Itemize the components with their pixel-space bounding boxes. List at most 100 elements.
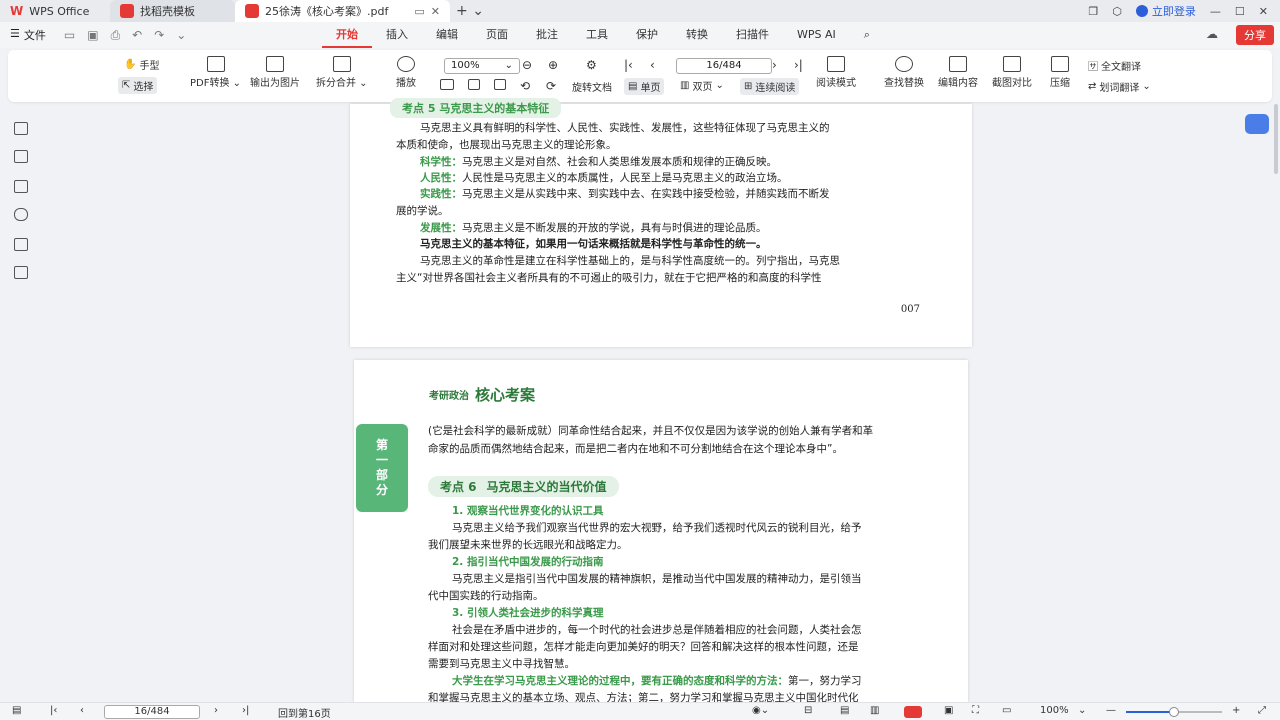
last-page-icon[interactable]: ›| <box>242 705 249 716</box>
tab-start[interactable]: 开始 <box>322 22 372 48</box>
find-replace-button[interactable]: 查找替换 <box>884 56 924 89</box>
zoom-dropdown-icon[interactable]: ⌄ <box>1078 705 1086 716</box>
page-number-input[interactable]: 16/484 <box>676 58 772 74</box>
prev-page-icon[interactable]: ‹ <box>80 705 84 716</box>
minimize-icon[interactable]: — <box>1210 5 1221 18</box>
comment-icon[interactable] <box>14 180 28 193</box>
login-button[interactable]: 立即登录 <box>1135 3 1196 19</box>
hand-tool-button[interactable]: ✋ 手型 <box>124 57 159 72</box>
bookmark-icon[interactable] <box>14 122 28 135</box>
fit-page-icon[interactable] <box>468 79 480 90</box>
file-label: 文件 <box>23 29 46 42</box>
file-menu[interactable]: ☰ 文件 <box>0 27 56 43</box>
eye-icon[interactable]: ◉⌄ <box>752 705 769 716</box>
play-video-icon[interactable] <box>904 706 922 718</box>
app-tab[interactable]: W WPS Office <box>0 0 110 22</box>
double-page-icon[interactable]: ▥ <box>870 705 879 716</box>
fit-width-icon[interactable] <box>494 79 506 90</box>
page-settings-icon[interactable]: ⚙ <box>586 58 597 72</box>
scrollbar[interactable] <box>1274 104 1278 174</box>
tab-convert[interactable]: 转换 <box>672 22 722 48</box>
single-page-icon[interactable]: ▤ <box>840 705 849 716</box>
continuous-read-button[interactable]: ⊞ 连续阅读 <box>740 78 800 95</box>
status-zoom-value[interactable]: 100% <box>1040 705 1069 716</box>
prev-page-icon[interactable]: ‹ <box>650 58 655 72</box>
zoom-slider[interactable] <box>1126 707 1222 717</box>
window-icon[interactable]: ▭ <box>414 5 424 18</box>
expand-icon[interactable]: ⤢ <box>1258 705 1266 716</box>
export-image-button[interactable]: 输出为图片 <box>250 56 300 89</box>
search-icon[interactable]: ⌕ <box>850 22 884 48</box>
tab-wps-ai[interactable]: WPS AI <box>783 22 850 48</box>
read-mode-button[interactable]: 阅读模式 <box>816 56 856 89</box>
zoom-value: 100% <box>451 60 480 71</box>
close-tab-icon[interactable]: ✕ <box>431 5 440 18</box>
tab-template[interactable]: 找稻壳模板 <box>110 0 235 22</box>
next-page-icon[interactable]: › <box>772 58 777 72</box>
zoom-select[interactable]: 100% ⌄ <box>444 58 520 74</box>
open-folder-icon[interactable]: ▭ <box>64 28 75 43</box>
ribbon-toolbar: ✋ 手型 ⇱ 选择 PDF转换 ⌄ 输出为图片 拆分合并 ⌄ 播放 100% ⌄ ⊖ … <box>8 50 1272 102</box>
fit-page-icon[interactable]: ▣ <box>944 705 953 716</box>
part-side-tab: 第一部分 <box>356 424 408 512</box>
tab-protect[interactable]: 保护 <box>622 22 672 48</box>
goto-page-link[interactable]: 回到第16页 <box>278 705 331 720</box>
signature-icon[interactable] <box>14 238 28 251</box>
compress-button[interactable]: 压缩 <box>1050 56 1070 89</box>
full-translate-button[interactable]: 🈂 全文翻译 <box>1088 58 1141 73</box>
window-layout-icon[interactable]: ❐ <box>1088 5 1098 18</box>
maximize-icon[interactable]: ☐ <box>1235 5 1245 18</box>
paragraph-line: (它是社会科学的最新成就）同革命性结合起来，并且不仅仅是因为该学说的创始人兼有学… <box>428 425 874 437</box>
zoom-in-icon[interactable]: ⊕ <box>548 58 558 72</box>
pdf-convert-button[interactable]: PDF转换 ⌄ <box>190 56 241 89</box>
zoom-out-icon[interactable]: — <box>1106 705 1116 716</box>
share-button[interactable]: 分享 <box>1236 25 1274 45</box>
redo-icon[interactable]: ↷ <box>154 28 164 43</box>
play-button[interactable]: 播放 <box>396 56 416 89</box>
single-page-button[interactable]: ▤ 单页 <box>624 78 665 95</box>
cloud-icon[interactable]: ☁ <box>1206 27 1218 41</box>
tab-page[interactable]: 页面 <box>472 22 522 48</box>
edit-content-button[interactable]: 编辑内容 <box>938 56 978 89</box>
tab-insert[interactable]: 插入 <box>372 22 422 48</box>
sidebar-toggle-icon[interactable]: ▤ <box>12 705 21 716</box>
ai-assistant-button[interactable] <box>1245 114 1269 134</box>
rotate-left-icon[interactable]: ⟲ <box>520 79 530 93</box>
undo-icon[interactable]: ↶ <box>132 28 142 43</box>
zoom-in-icon[interactable]: + <box>1232 705 1240 716</box>
zoom-slider-knob[interactable] <box>1169 707 1179 717</box>
fit-width-icon[interactable]: ⊟ <box>804 705 812 716</box>
fullscreen-icon[interactable]: ⛶ <box>972 705 979 716</box>
print-icon[interactable]: ⎙ <box>111 28 121 43</box>
actual-size-icon[interactable] <box>440 79 454 90</box>
word-translate-button[interactable]: ⇄ 划词翻译 ⌄ <box>1088 79 1151 94</box>
tab-pdf-document[interactable]: 25徐涛《核心考案》.pdf ▭ ✕ <box>235 0 450 22</box>
double-page-button[interactable]: ▥ 双页 ⌄ <box>680 78 724 93</box>
close-window-icon[interactable]: ✕ <box>1259 5 1268 18</box>
screen-icon[interactable]: ▭ <box>1002 705 1011 716</box>
zoom-out-icon[interactable]: ⊖ <box>522 58 532 72</box>
tab-scan[interactable]: 扫描件 <box>722 22 783 48</box>
cube-icon[interactable]: ⬡ <box>1112 5 1122 18</box>
tab-comment[interactable]: 批注 <box>522 22 572 48</box>
tab-edit[interactable]: 编辑 <box>422 22 472 48</box>
rotate-document-button[interactable]: 旋转文档 <box>572 79 612 94</box>
new-tab-button[interactable]: + ⌄ <box>450 3 490 19</box>
compress-icon <box>1051 56 1069 72</box>
first-page-icon[interactable]: |‹ <box>624 58 633 72</box>
last-page-icon[interactable]: ›| <box>794 58 803 72</box>
screenshot-compare-button[interactable]: 截图对比 <box>992 56 1032 89</box>
select-tool-button[interactable]: ⇱ 选择 <box>118 77 158 94</box>
save-icon[interactable]: ▣ <box>87 28 98 43</box>
next-page-icon[interactable]: › <box>214 705 218 716</box>
zoom-slider-fill <box>1126 711 1174 713</box>
tab-tools[interactable]: 工具 <box>572 22 622 48</box>
more-chevron-icon[interactable]: ⌄ <box>176 28 186 43</box>
attachment-icon[interactable] <box>14 208 28 221</box>
status-page-input[interactable]: 16/484 <box>104 705 200 719</box>
thumbnail-icon[interactable] <box>14 150 28 163</box>
layers-icon[interactable] <box>14 266 28 279</box>
first-page-icon[interactable]: |‹ <box>50 705 57 716</box>
split-merge-button[interactable]: 拆分合并 ⌄ <box>316 56 368 89</box>
rotate-right-icon[interactable]: ⟳ <box>546 79 556 93</box>
